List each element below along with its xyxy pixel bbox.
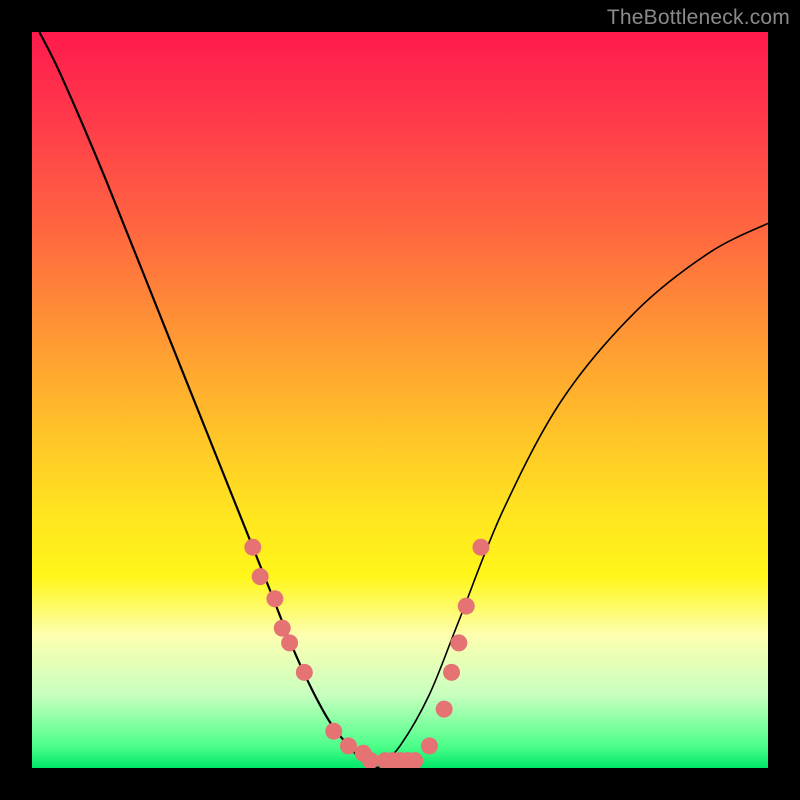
data-point <box>296 664 313 681</box>
curve-right-branch <box>378 223 768 768</box>
dots-group <box>244 539 489 768</box>
data-point <box>266 590 283 607</box>
data-point <box>458 598 475 615</box>
watermark-text: TheBottleneck.com <box>607 6 790 30</box>
data-point <box>472 539 489 556</box>
data-point <box>340 737 357 754</box>
chart-frame: TheBottleneck.com <box>0 0 800 800</box>
curve-left-branch <box>39 32 378 768</box>
plot-area <box>32 32 768 768</box>
data-point <box>450 634 467 651</box>
data-point <box>244 539 261 556</box>
data-point <box>274 620 291 637</box>
data-point <box>421 737 438 754</box>
chart-svg <box>32 32 768 768</box>
data-point <box>325 723 342 740</box>
data-point <box>443 664 460 681</box>
data-point <box>281 634 298 651</box>
data-point <box>252 568 269 585</box>
data-point <box>436 701 453 718</box>
